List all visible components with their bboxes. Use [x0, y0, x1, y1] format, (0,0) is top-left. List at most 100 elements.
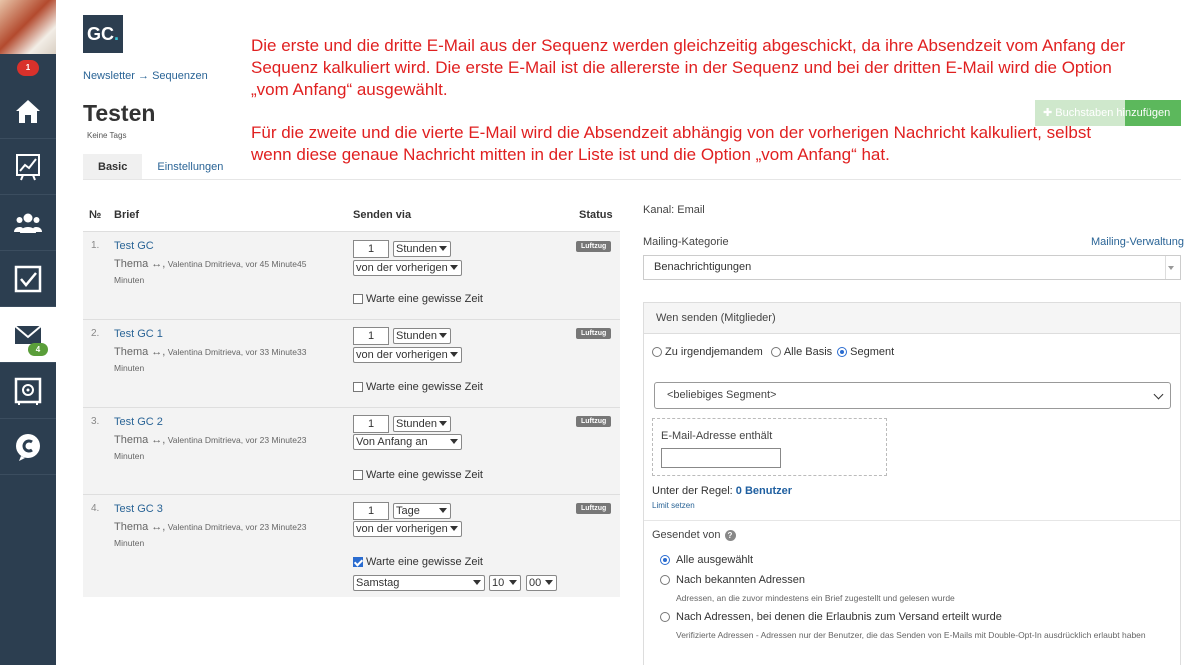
avatar[interactable] [0, 0, 56, 54]
thema-label: Thema ↔, [114, 521, 166, 533]
add-button-label: ✚ Buchstaben hinzufügen [1043, 107, 1171, 119]
annotation-text-2: Für die zweite und die vierte E-Mail wir… [251, 123, 1092, 164]
sidebar-item-statistics[interactable] [0, 139, 56, 195]
segment-select[interactable]: <beliebiges Segment> [654, 382, 1171, 409]
radio-segment-label[interactable]: Segment [850, 346, 894, 358]
option-permission-radio[interactable] [660, 612, 670, 622]
sidebar-item-mail[interactable]: 4 [0, 307, 56, 363]
divider [644, 520, 1180, 521]
select-divider [1165, 256, 1166, 279]
email-filter-box: E-Mail-Adresse enthält [652, 418, 887, 476]
wait-option[interactable]: Warte eine gewisse Zeit [353, 381, 483, 393]
minute-select[interactable]: 00 [526, 575, 557, 591]
letter-meta: Thema ↔, Valentina Dmitrieva, vor 23 Min… [114, 519, 314, 551]
relative-select[interactable]: von der vorherigen [353, 521, 462, 537]
status-badge: Luftzug [576, 503, 612, 514]
page-title: Testen [83, 100, 156, 126]
wait-checkbox[interactable] [353, 470, 363, 480]
row-number: 1. [91, 240, 100, 251]
wait-label: Warte eine gewisse Zeit [366, 469, 483, 481]
wait-checkbox[interactable] [353, 294, 363, 304]
col-status: Status [579, 209, 613, 221]
option-known-radio[interactable] [660, 575, 670, 585]
rule-count[interactable]: 0 Benutzer [736, 485, 792, 497]
delay-unit-select[interactable]: Stunden [393, 416, 451, 432]
delay-count-input[interactable]: 1 [353, 240, 389, 258]
thema-label: Thema ↔, [114, 258, 166, 270]
wait-option[interactable]: Warte eine gewisse Zeit [353, 469, 483, 481]
email-contains-input[interactable] [661, 448, 781, 468]
table-header: № Brief Senden via Status [83, 200, 620, 232]
thema-label: Thema ↔, [114, 346, 166, 358]
letter-link[interactable]: Test GC 2 [114, 416, 163, 428]
delay-unit-select[interactable]: Stunden [393, 241, 451, 257]
letter-link[interactable]: Test GC 1 [114, 328, 163, 340]
tab-basic[interactable]: Basic [83, 154, 143, 180]
letter-link[interactable]: Test GC [114, 240, 154, 252]
option-all-radio[interactable] [660, 555, 670, 565]
panel-title: Wen senden (Mitglieder) [644, 303, 1180, 334]
tab-settings[interactable]: Einstellungen [142, 154, 238, 180]
sidebar-item-safe[interactable] [0, 363, 56, 419]
users-icon [14, 213, 42, 233]
wait-checkbox[interactable] [353, 382, 363, 392]
radio-anyone-label[interactable]: Zu irgendjemandem [665, 346, 763, 358]
home-icon [16, 99, 40, 123]
row-number: 4. [91, 503, 100, 514]
limit-link[interactable]: Limit setzen [652, 501, 695, 510]
letter-link[interactable]: Test GC 3 [114, 503, 163, 515]
breadcrumb[interactable]: Newsletter → Sequenzen [83, 70, 208, 82]
tags-label: Keine Tags [87, 131, 127, 140]
tabs-divider [83, 179, 1181, 180]
hour-select[interactable]: 10 [489, 575, 521, 591]
radio-anyone[interactable] [652, 347, 662, 357]
help-icon[interactable]: ? [724, 529, 736, 541]
wait-option[interactable]: Warte eine gewisse Zeit [353, 293, 483, 305]
table-row: 4. Test GC 3 Thema ↔, Valentina Dmitriev… [83, 494, 620, 597]
logo-text: GC [86, 24, 114, 44]
radio-all-base[interactable] [770, 347, 781, 357]
col-num: № [89, 209, 102, 221]
sidebar-item-brand[interactable] [0, 419, 56, 475]
notification-badge[interactable]: 1 [17, 60, 39, 76]
delay-count-input[interactable]: 1 [353, 502, 389, 520]
relative-select[interactable]: von der vorherigen [353, 347, 462, 363]
weekday-select[interactable]: Samstag [353, 575, 485, 591]
channel-label: Kanal: Email [643, 204, 705, 216]
sidebar-item-tasks[interactable] [0, 251, 56, 307]
relative-select[interactable]: Von Anfang an [353, 434, 462, 450]
row-number: 2. [91, 328, 100, 339]
tab-bar: Basic Einstellungen [83, 154, 238, 180]
mailing-category-select[interactable]: Benachrichtigungen [643, 255, 1181, 280]
radio-segment[interactable] [837, 347, 848, 357]
option-all-label: Alle ausgewählt [676, 554, 754, 566]
sidebar-item-home[interactable] [0, 83, 56, 139]
option-permission-label: Nach Adressen, bei denen die Erlaubnis z… [676, 611, 1002, 623]
table-row: 1. Test GC Thema ↔, Valentina Dmitrieva,… [83, 231, 620, 319]
email-contains-label: E-Mail-Adresse enthält [661, 430, 773, 442]
wait-label: Warte eine gewisse Zeit [366, 556, 483, 568]
delay-count-input[interactable]: 1 [353, 415, 389, 433]
delay-unit-select[interactable]: Tage [393, 503, 451, 519]
option-permission-addresses[interactable]: Nach Adressen, bei denen die Erlaubnis z… [660, 611, 1002, 623]
radio-all-base-label[interactable]: Alle Basis [784, 346, 832, 358]
app-logo[interactable]: GC. [83, 15, 123, 53]
delay-unit-select[interactable]: Stunden [393, 328, 451, 344]
delay-count-input[interactable]: 1 [353, 327, 389, 345]
option-all-selected[interactable]: Alle ausgewählt [660, 554, 753, 566]
col-letter: Brief [114, 209, 140, 221]
wait-label: Warte eine gewisse Zeit [366, 381, 483, 393]
status-badge: Luftzug [576, 328, 612, 339]
wait-checkbox[interactable] [353, 557, 363, 567]
row-number: 3. [91, 416, 100, 427]
mailing-category-value: Benachrichtigungen [654, 261, 752, 273]
wait-label: Warte eine gewisse Zeit [366, 293, 483, 305]
safe-icon [14, 377, 42, 405]
sidebar-item-users[interactable] [0, 195, 56, 251]
sent-from-label: Gesendet von [652, 529, 721, 541]
option-known-addresses[interactable]: Nach bekannten Adressen [660, 574, 805, 586]
relative-select[interactable]: von der vorherigen [353, 260, 462, 276]
mailing-management-link[interactable]: Mailing-Verwaltung [1091, 236, 1184, 248]
letter-meta: Thema ↔, Valentina Dmitrieva, vor 45 Min… [114, 256, 314, 288]
wait-option[interactable]: Warte eine gewisse Zeit [353, 556, 483, 568]
